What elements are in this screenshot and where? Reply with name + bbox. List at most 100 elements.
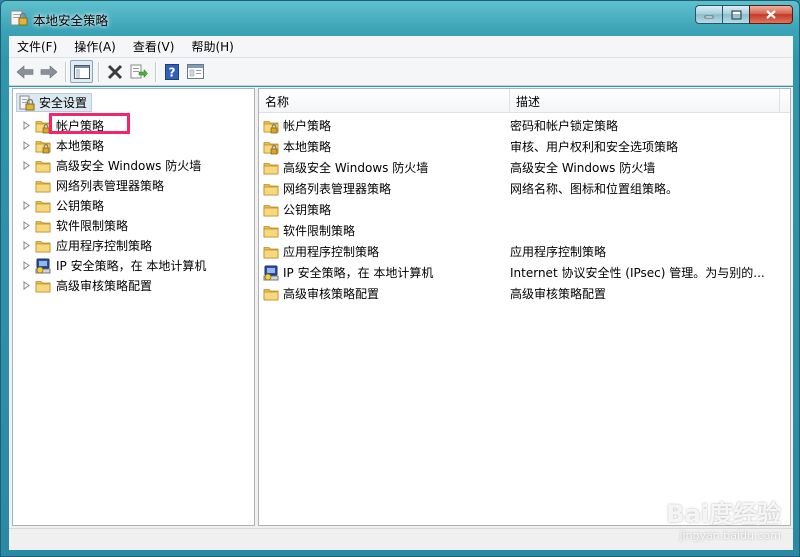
column-header-name[interactable]: 名称 (259, 89, 510, 113)
tree-item[interactable]: 本地策略 (21, 136, 104, 155)
list-cell-name: IP 安全策略，在 本地计算机 (263, 264, 510, 281)
properties-button[interactable] (184, 60, 207, 83)
forward-button[interactable] (37, 60, 60, 83)
list-item-name: 本地策略 (283, 140, 332, 154)
tree-item[interactable]: 高级安全 Windows 防火墙 (21, 156, 201, 175)
list-item-name: 网络列表管理器策略 (283, 182, 392, 196)
watermark-url: jingyan.baidu.com (679, 529, 781, 542)
tree-item[interactable]: 网络列表管理器策略 (21, 176, 164, 195)
folder-icon (263, 183, 279, 195)
list-row[interactable]: 公钥策略 (263, 199, 780, 220)
back-button[interactable] (13, 60, 36, 83)
close-icon (766, 10, 776, 19)
list-item-description: 高级安全 Windows 防火墙 (510, 161, 656, 175)
list-item-name: 高级安全 Windows 防火墙 (283, 161, 429, 175)
list-item-name: 软件限制策略 (283, 224, 356, 238)
list-item-name: 应用程序控制策略 (283, 245, 380, 259)
menu-help[interactable]: 帮助(H) (191, 38, 233, 55)
folder-icon (263, 288, 279, 300)
list-row[interactable]: 本地策略 审核、用户权利和安全选项策略 (263, 136, 780, 157)
details-list-pane[interactable]: 名称 描述 帐户策略 密码和帐户锁定策略 本地策略 审核、用户权利和安全选项策略 高级安… (258, 88, 791, 526)
list-item-name: 高级审核策略配置 (283, 287, 380, 301)
list-row[interactable]: 帐户策略 密码和帐户锁定策略 (263, 115, 780, 136)
tree-item[interactable]: 公钥策略 (21, 196, 104, 215)
forward-arrow-icon (40, 64, 57, 79)
minimize-button[interactable] (695, 5, 722, 24)
watermark-brand: Bai度经验 (666, 500, 781, 528)
tree-item-label: 高级审核策略配置 (56, 279, 153, 293)
tree-item-label: IP 安全策略，在 本地计算机 (56, 259, 207, 273)
export-list-icon (130, 64, 148, 78)
tree-item[interactable]: 高级审核策略配置 (21, 276, 152, 295)
close-button[interactable] (749, 5, 793, 24)
list-row[interactable]: 网络列表管理器策略 网络名称、图标和位置组策略。 (263, 178, 780, 199)
minimize-icon (704, 15, 714, 18)
list-cell-name: 帐户策略 (263, 117, 510, 134)
list-cell-name: 应用程序控制策略 (263, 243, 510, 260)
expand-arrow-icon[interactable] (21, 261, 31, 271)
list-cell-name: 高级审核策略配置 (263, 285, 510, 302)
baidu-jingyan-watermark: Bai度经验 jingyan.baidu.com (666, 494, 781, 542)
tree-item-label: 本地策略 (56, 139, 105, 153)
list-row[interactable]: 高级审核策略配置 高级审核策略配置 (263, 283, 780, 304)
svg-text:?: ? (168, 65, 175, 79)
window-title: 本地安全策略 (33, 13, 109, 28)
folder-icon (35, 240, 51, 252)
folder-icon (35, 160, 51, 172)
column-header-description[interactable]: 描述 (510, 89, 780, 113)
expand-arrow-icon[interactable] (21, 201, 31, 211)
list-item-description: 密码和帐户锁定策略 (510, 119, 619, 133)
list-cell-name: 高级安全 Windows 防火墙 (263, 159, 510, 176)
folder-icon (35, 280, 51, 292)
list-row[interactable]: IP 安全策略，在 本地计算机 Internet 协议安全性 (IPsec) 管理… (263, 262, 780, 283)
list-row[interactable]: 软件限制策略 (263, 220, 780, 241)
maximize-icon (731, 10, 741, 19)
tree-item[interactable]: IP 安全策略，在 本地计算机 (21, 256, 206, 275)
app-window: 本地安全策略 文件(F) 操作(A) 查看(V) 帮助(H) ? 安全设置 帐户… (0, 0, 800, 557)
folder-lock-icon (263, 120, 279, 133)
console-content: 安全设置 帐户策略 本地策略 高级安全 Windows 防火墙 网络列表管理器策略 公钥… (9, 87, 793, 528)
export-list-button[interactable] (127, 60, 150, 83)
tree-root-security-settings[interactable]: 安全设置 (16, 93, 93, 112)
expand-arrow-icon[interactable] (21, 241, 31, 251)
folder-icon (35, 180, 51, 192)
expand-arrow-icon[interactable] (21, 121, 31, 131)
list-item-description: Internet 协议安全性 (IPsec) 管理。为与别的... (510, 266, 765, 280)
maximize-button[interactable] (722, 5, 749, 24)
list-item-description: 应用程序控制策略 (510, 245, 607, 259)
list-row[interactable]: 应用程序控制策略 应用程序控制策略 (263, 241, 780, 262)
caption-buttons (695, 5, 793, 24)
list-row[interactable]: 高级安全 Windows 防火墙 高级安全 Windows 防火墙 (263, 157, 780, 178)
tree-item-label: 高级安全 Windows 防火墙 (56, 159, 202, 173)
tree-item[interactable]: 应用程序控制策略 (21, 236, 152, 255)
title-bar[interactable]: 本地安全策略 (1, 1, 799, 35)
delete-button[interactable] (103, 60, 126, 83)
expand-arrow-icon[interactable] (21, 161, 31, 171)
properties-icon (187, 64, 204, 79)
console-tree-pane[interactable]: 安全设置 帐户策略 本地策略 高级安全 Windows 防火墙 网络列表管理器策略 公钥… (12, 88, 255, 526)
menu-action[interactable]: 操作(A) (74, 38, 116, 55)
list-cell-name: 网络列表管理器策略 (263, 180, 510, 197)
expand-arrow-icon[interactable] (21, 281, 31, 291)
menu-file[interactable]: 文件(F) (17, 38, 57, 55)
tree-item[interactable]: 软件限制策略 (21, 216, 128, 235)
security-policy-icon (10, 10, 28, 26)
help-button[interactable]: ? (160, 60, 183, 83)
list-item-description: 高级审核策略配置 (510, 287, 607, 301)
ip-security-icon (35, 258, 51, 273)
expand-arrow-icon[interactable] (21, 141, 31, 151)
folder-icon (263, 204, 279, 216)
show-hide-tree-button[interactable] (70, 60, 93, 83)
toolbar-separator (98, 61, 99, 82)
list-item-name: IP 安全策略，在 本地计算机 (283, 266, 434, 280)
list-item-description: 审核、用户权利和安全选项策略 (510, 140, 679, 154)
back-arrow-icon (16, 64, 33, 79)
list-item-name: 帐户策略 (283, 119, 332, 133)
expand-arrow-icon[interactable] (21, 221, 31, 231)
tree-item-label: 软件限制策略 (56, 219, 129, 233)
delete-x-icon (107, 64, 122, 79)
security-settings-icon (19, 95, 35, 110)
tree-item-label: 网络列表管理器策略 (56, 179, 165, 193)
toolbar-separator (65, 61, 66, 82)
menu-view[interactable]: 查看(V) (133, 38, 175, 55)
